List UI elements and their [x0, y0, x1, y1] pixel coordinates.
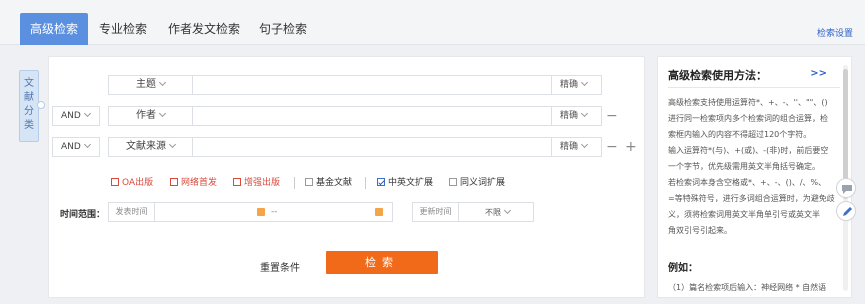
update-time-select[interactable]: 更新时间 不限 — [412, 202, 534, 222]
help-line: 输入运算符*(与)、+(或)、-(非)时，前后要空 — [668, 146, 829, 155]
checkbox-checked-icon — [377, 178, 385, 186]
match-mode-select[interactable]: 精确 — [551, 138, 601, 156]
help-line: 进行同一检索项内多个检索词的组合运算，检 — [668, 114, 828, 123]
update-time-value: 不限 — [485, 206, 512, 218]
chevron-down-icon — [158, 78, 167, 87]
help-line: 一个字节，优先级需用英文半角括号确定。 — [668, 162, 820, 171]
help-body: 高级检索支持使用运算符*、+、-、''、""、() 进行同一检索项内多个检索词的… — [668, 95, 840, 239]
publish-time-range[interactable]: 发表时间 -- — [108, 202, 393, 222]
time-range-label: 时间范围： — [60, 210, 106, 220]
checkbox-icon — [233, 178, 241, 186]
feedback-icon[interactable] — [836, 178, 856, 198]
help-panel: 高级检索使用方法： >> 高级检索支持使用运算符*、+、-、''、""、() 进… — [657, 56, 852, 298]
date-separator: -- — [271, 207, 278, 217]
field-select[interactable]: 主题 — [109, 76, 193, 94]
help-example-title: 例如： — [668, 263, 698, 274]
checkbox-icon — [305, 178, 313, 186]
checkbox-icon — [170, 178, 178, 186]
help-line: 高级检索支持使用运算符*、+、-、''、""、() — [668, 98, 828, 107]
literature-category-tab[interactable]: 文献分类 — [19, 70, 39, 142]
checkbox-cn-en-expand[interactable]: 中英文扩展 — [377, 176, 433, 190]
search-row-author[interactable]: 作者 精确 — [108, 106, 602, 126]
help-title: 高级检索使用方法： — [668, 69, 767, 82]
logic-operator-select[interactable]: AND — [52, 137, 100, 157]
field-select[interactable]: 文献来源 — [109, 138, 193, 156]
add-row-button[interactable]: + — [625, 140, 637, 154]
calendar-icon[interactable] — [257, 208, 265, 216]
checkbox-enhanced[interactable]: 增强出版 — [233, 176, 280, 190]
match-mode-select[interactable]: 精确 — [551, 76, 601, 94]
divider — [668, 87, 840, 88]
checkbox-synonym-expand[interactable]: 同义词扩展 — [449, 176, 505, 190]
remove-row-button[interactable]: − — [606, 109, 618, 123]
checkbox-oa[interactable]: OA出版 — [111, 176, 153, 190]
chevron-down-icon — [580, 78, 589, 87]
help-line: =等特殊符号，进行多词组合运算时，为避免歧 — [668, 194, 835, 203]
tab-sentence-search[interactable]: 句子检索 — [254, 13, 312, 45]
tab-advanced-search[interactable]: 高级检索 — [20, 13, 88, 45]
checkbox-online-first[interactable]: 网络首发 — [170, 176, 217, 190]
help-line: 索框内输入的内容不得超过120个字符。 — [668, 130, 812, 139]
chevron-down-icon — [168, 140, 177, 149]
tab-author-search[interactable]: 作者发文检索 — [164, 13, 244, 45]
chevron-down-icon — [158, 109, 167, 118]
divider — [365, 177, 366, 189]
help-more-link[interactable]: >> — [810, 68, 827, 79]
update-time-label: 更新时间 — [413, 203, 459, 221]
match-mode-select[interactable]: 精确 — [551, 107, 601, 125]
divider — [294, 177, 295, 189]
pencil-icon[interactable] — [836, 201, 856, 221]
expand-arrow-icon[interactable] — [37, 101, 45, 109]
checkbox-fund[interactable]: 基金文献 — [305, 176, 352, 190]
search-button[interactable]: 检索 — [326, 251, 438, 274]
checkbox-icon — [111, 178, 119, 186]
help-line: 义，须将检索词用英文半角单引号或英文半 — [668, 210, 820, 219]
chevron-down-icon — [83, 109, 91, 118]
chevron-down-icon — [580, 109, 589, 118]
chevron-down-icon — [83, 140, 91, 149]
tab-professional-search[interactable]: 专业检索 — [94, 13, 152, 45]
search-row-topic[interactable]: 主题 精确 — [108, 75, 602, 95]
help-line: 若检索词本身含空格或*、+、-、()、/、%、 — [668, 178, 827, 187]
chevron-down-icon — [503, 206, 512, 215]
publish-time-label: 发表时间 — [109, 203, 155, 221]
remove-row-button[interactable]: − — [606, 140, 618, 154]
reset-conditions-button[interactable]: 重置条件 — [260, 259, 300, 274]
help-example-line: （1）篇名检索项后输入：神经网络 * 自然语 — [668, 283, 827, 292]
search-row-source[interactable]: 文献来源 精确 — [108, 137, 602, 157]
field-select[interactable]: 作者 — [109, 107, 193, 125]
chevron-down-icon — [580, 140, 589, 149]
checkbox-icon — [449, 178, 457, 186]
calendar-icon[interactable] — [375, 208, 383, 216]
search-tab-bar: 高级检索 专业检索 作者发文检索 句子检索 检索设置 — [0, 0, 865, 45]
search-settings-link[interactable]: 检索设置 — [817, 26, 853, 39]
logic-operator-select[interactable]: AND — [52, 106, 100, 126]
help-line: 角双引号引起来。 — [668, 226, 732, 235]
